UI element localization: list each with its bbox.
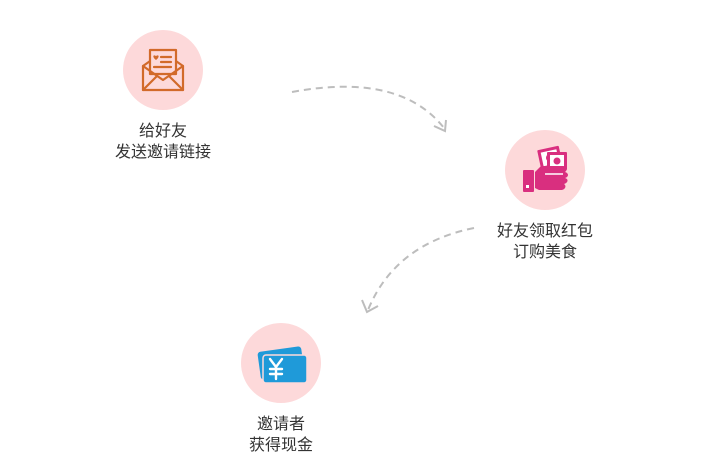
step-title: 给好友: [138, 121, 187, 140]
step-send-invite: 给好友 发送邀请链接: [73, 30, 253, 162]
step-label: 邀请者 获得现金: [191, 413, 371, 455]
step-icon-circle: [505, 130, 585, 210]
envelope-heart-icon: [141, 48, 185, 92]
step-claim-red-packet: 好友领取红包 订购美食: [455, 130, 635, 262]
step-subtitle: 订购美食: [512, 242, 577, 261]
step-label: 给好友 发送邀请链接: [73, 120, 253, 162]
step-label: 好友领取红包 订购美食: [455, 220, 635, 262]
step-get-cash: 邀请者 获得现金: [191, 323, 371, 455]
step-title: 邀请者: [256, 414, 305, 433]
step-icon-circle: [241, 323, 321, 403]
step-subtitle: 获得现金: [248, 435, 313, 454]
yuan-card-icon: [257, 346, 308, 384]
arrow-step1-to-step2: [291, 85, 447, 133]
hand-money-icon: [523, 145, 568, 192]
step-icon-circle: [123, 30, 203, 110]
step-title: 好友领取红包: [496, 221, 593, 240]
step-subtitle: 发送邀请链接: [114, 142, 211, 161]
